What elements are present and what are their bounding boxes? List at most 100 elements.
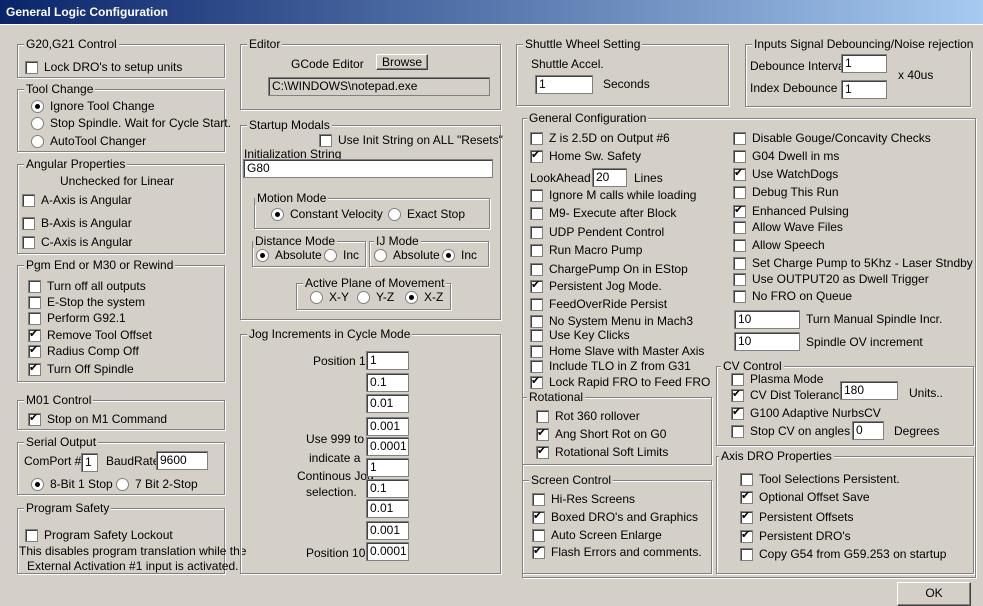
general-left-12-box[interactable] [530, 344, 543, 358]
plasma-mode-checkbox[interactable]: Plasma Mode [731, 372, 823, 386]
plane-xy-radio[interactable]: X-Y [310, 290, 349, 304]
general-right-7-box[interactable] [733, 238, 746, 252]
general-left-7-box[interactable] [530, 262, 543, 276]
general-right-3-checkbox[interactable]: Use WatchDogs [733, 166, 838, 181]
radius-comp-checkbox[interactable]: Radius Comp Off [28, 343, 139, 358]
exact-stop-dot[interactable] [388, 207, 401, 221]
ignore-tool-dot[interactable] [31, 99, 44, 113]
rot360-checkbox[interactable]: Rot 360 rollover [536, 409, 640, 423]
auto-enlarge-checkbox[interactable]: Auto Screen Enlarge [532, 528, 662, 542]
cv-dist-input[interactable]: 180 [840, 381, 898, 400]
flash-errors-checkbox[interactable]: Flash Errors and comments. [532, 544, 702, 559]
c-axis-checkbox[interactable]: C-Axis is Angular [22, 235, 132, 249]
distance-absolute-dot[interactable] [256, 248, 269, 262]
rot-soft-limits-box[interactable] [536, 444, 549, 459]
jog-input-8[interactable]: 0.01 [366, 499, 409, 518]
spindle-ov-input[interactable]: 10 [734, 332, 800, 351]
turn-off-spindle-checkbox[interactable]: Turn Off Spindle [28, 361, 134, 376]
ignore-tool-radio[interactable]: Ignore Tool Change [31, 99, 155, 113]
shuttle-accel-input[interactable]: 1 [535, 75, 593, 94]
general-left-7-checkbox[interactable]: ChargePump On in EStop [530, 262, 688, 276]
copy-g54-checkbox[interactable]: Copy G54 from G59.253 on startup [740, 547, 946, 561]
jog-input-2[interactable]: 0.1 [366, 373, 409, 392]
c-axis-box[interactable] [22, 235, 35, 249]
general-left-8-box[interactable] [530, 278, 543, 293]
persistent-offsets-box[interactable] [740, 509, 753, 524]
copy-g54-box[interactable] [740, 547, 753, 561]
general-left-12-checkbox[interactable]: Home Slave with Master Axis [530, 344, 704, 358]
plane-yz-radio[interactable]: Y-Z [357, 290, 394, 304]
general-right-8-checkbox[interactable]: Set Charge Pump to 5Khz - Laser Stndby [733, 256, 973, 270]
7bit-dot[interactable] [116, 477, 129, 491]
jog-input-9[interactable]: 0.001 [366, 521, 409, 540]
general-right-5-checkbox[interactable]: Enhanced Pulsing [733, 203, 849, 218]
comport-input[interactable]: 1 [81, 453, 98, 472]
general-left-5-box[interactable] [530, 225, 543, 239]
debounce-interval-input[interactable]: 1 [841, 54, 887, 73]
general-right-2-box[interactable] [733, 149, 746, 163]
general-left-10-checkbox[interactable]: No System Menu in Mach3 [530, 314, 693, 328]
optional-offset-save-box[interactable] [740, 489, 753, 504]
general-left-14-box[interactable] [530, 374, 543, 389]
general-left-6-box[interactable] [530, 243, 543, 257]
stop-cv-checkbox[interactable]: Stop CV on angles > [731, 424, 860, 438]
general-right-4-box[interactable] [733, 185, 746, 199]
ij-absolute-dot[interactable] [374, 248, 387, 262]
plane-xy-dot[interactable] [310, 290, 323, 304]
jog-input-6[interactable]: 1 [366, 458, 409, 477]
stop-spindle-radio[interactable]: Stop Spindle. Wait for Cycle Start. [31, 116, 231, 130]
general-left-2-checkbox[interactable]: Home Sw. Safety [530, 148, 641, 163]
general-right-1-checkbox[interactable]: Disable Gouge/Concavity Checks [733, 131, 931, 145]
boxed-dro-checkbox[interactable]: Boxed DRO's and Graphics [532, 509, 698, 524]
index-debounce-input[interactable]: 1 [841, 80, 887, 99]
lookahead-input[interactable]: 20 [592, 168, 627, 187]
jog-input-1[interactable]: 1 [366, 351, 409, 370]
browse-button[interactable]: Browse [376, 54, 428, 70]
remove-tool-box[interactable] [28, 327, 41, 342]
jog-input-4[interactable]: 0.001 [366, 417, 409, 436]
spindle-incr-input[interactable]: 10 [734, 310, 800, 329]
ang-short-rot-box[interactable] [536, 426, 549, 441]
turn-off-outputs-checkbox[interactable]: Turn off all outputs [28, 279, 146, 293]
distance-absolute-radio[interactable]: Absolute [256, 248, 322, 262]
plane-xz-radio[interactable]: X-Z [405, 290, 443, 304]
general-left-13-checkbox[interactable]: Include TLO in Z from G31 [530, 359, 691, 373]
general-left-13-box[interactable] [530, 359, 543, 373]
general-right-6-checkbox[interactable]: Allow Wave Files [733, 220, 843, 234]
jog-input-5[interactable]: 0.0001 [366, 437, 409, 456]
ok-button[interactable]: OK [897, 582, 971, 606]
estop-box[interactable] [28, 295, 41, 309]
general-left-8-checkbox[interactable]: Persistent Jog Mode. [530, 278, 662, 293]
jog-input-7[interactable]: 0.1 [366, 479, 409, 498]
plane-xz-dot[interactable] [405, 290, 418, 304]
8bit-radio[interactable]: 8-Bit 1 Stop [31, 477, 113, 491]
auto-enlarge-box[interactable] [532, 528, 545, 542]
init-string-input[interactable]: G80 [243, 159, 493, 178]
cv-dist-checkbox[interactable]: CV Dist Tolerance [731, 387, 846, 402]
hires-box[interactable] [532, 492, 545, 506]
boxed-dro-box[interactable] [532, 509, 545, 524]
general-right-5-box[interactable] [733, 203, 746, 218]
auto-tool-dot[interactable] [31, 134, 44, 148]
turn-off-spindle-box[interactable] [28, 361, 41, 376]
ij-inc-dot[interactable] [442, 248, 455, 262]
m01-stop-checkbox[interactable]: Stop on M1 Command [28, 411, 167, 426]
general-right-7-checkbox[interactable]: Allow Speech [733, 238, 825, 252]
distance-inc-radio[interactable]: Inc [324, 248, 359, 262]
persistent-offsets-checkbox[interactable]: Persistent Offsets [740, 509, 853, 524]
stop-cv-box[interactable] [731, 424, 744, 438]
plasma-mode-box[interactable] [731, 372, 744, 386]
m01-stop-box[interactable] [28, 411, 41, 426]
g100-checkbox[interactable]: G100 Adaptive NurbsCV [731, 405, 881, 420]
jog-input-10[interactable]: 0.0001 [366, 542, 409, 561]
baudrate-input[interactable]: 9600 [156, 451, 208, 470]
lock-dro-box[interactable] [25, 60, 38, 74]
8bit-dot[interactable] [31, 477, 44, 491]
general-right-8-box[interactable] [733, 256, 746, 270]
a-axis-checkbox[interactable]: A-Axis is Angular [22, 193, 132, 207]
b-axis-checkbox[interactable]: B-Axis is Angular [22, 216, 132, 230]
rot360-box[interactable] [536, 409, 549, 423]
general-right-4-checkbox[interactable]: Debug This Run [733, 185, 839, 199]
general-right-9-box[interactable] [733, 272, 746, 286]
rot-soft-limits-checkbox[interactable]: Rotational Soft Limits [536, 444, 668, 459]
